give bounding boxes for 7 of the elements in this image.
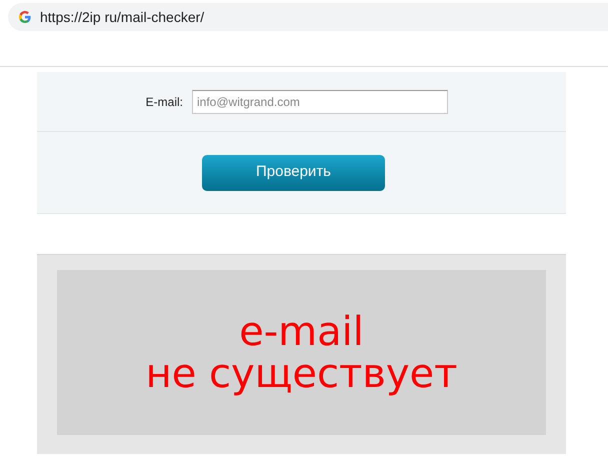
result-message: e-mail не существует <box>57 270 546 435</box>
address-bar[interactable]: https://2ip ru/mail-checker/ <box>8 3 608 31</box>
check-button[interactable]: Проверить <box>202 154 385 190</box>
email-field[interactable]: info@witgrand.com <box>192 90 448 114</box>
google-icon <box>18 10 32 24</box>
url-text: https://2ip ru/mail-checker/ <box>40 8 204 27</box>
email-label: E-mail: <box>144 94 184 110</box>
